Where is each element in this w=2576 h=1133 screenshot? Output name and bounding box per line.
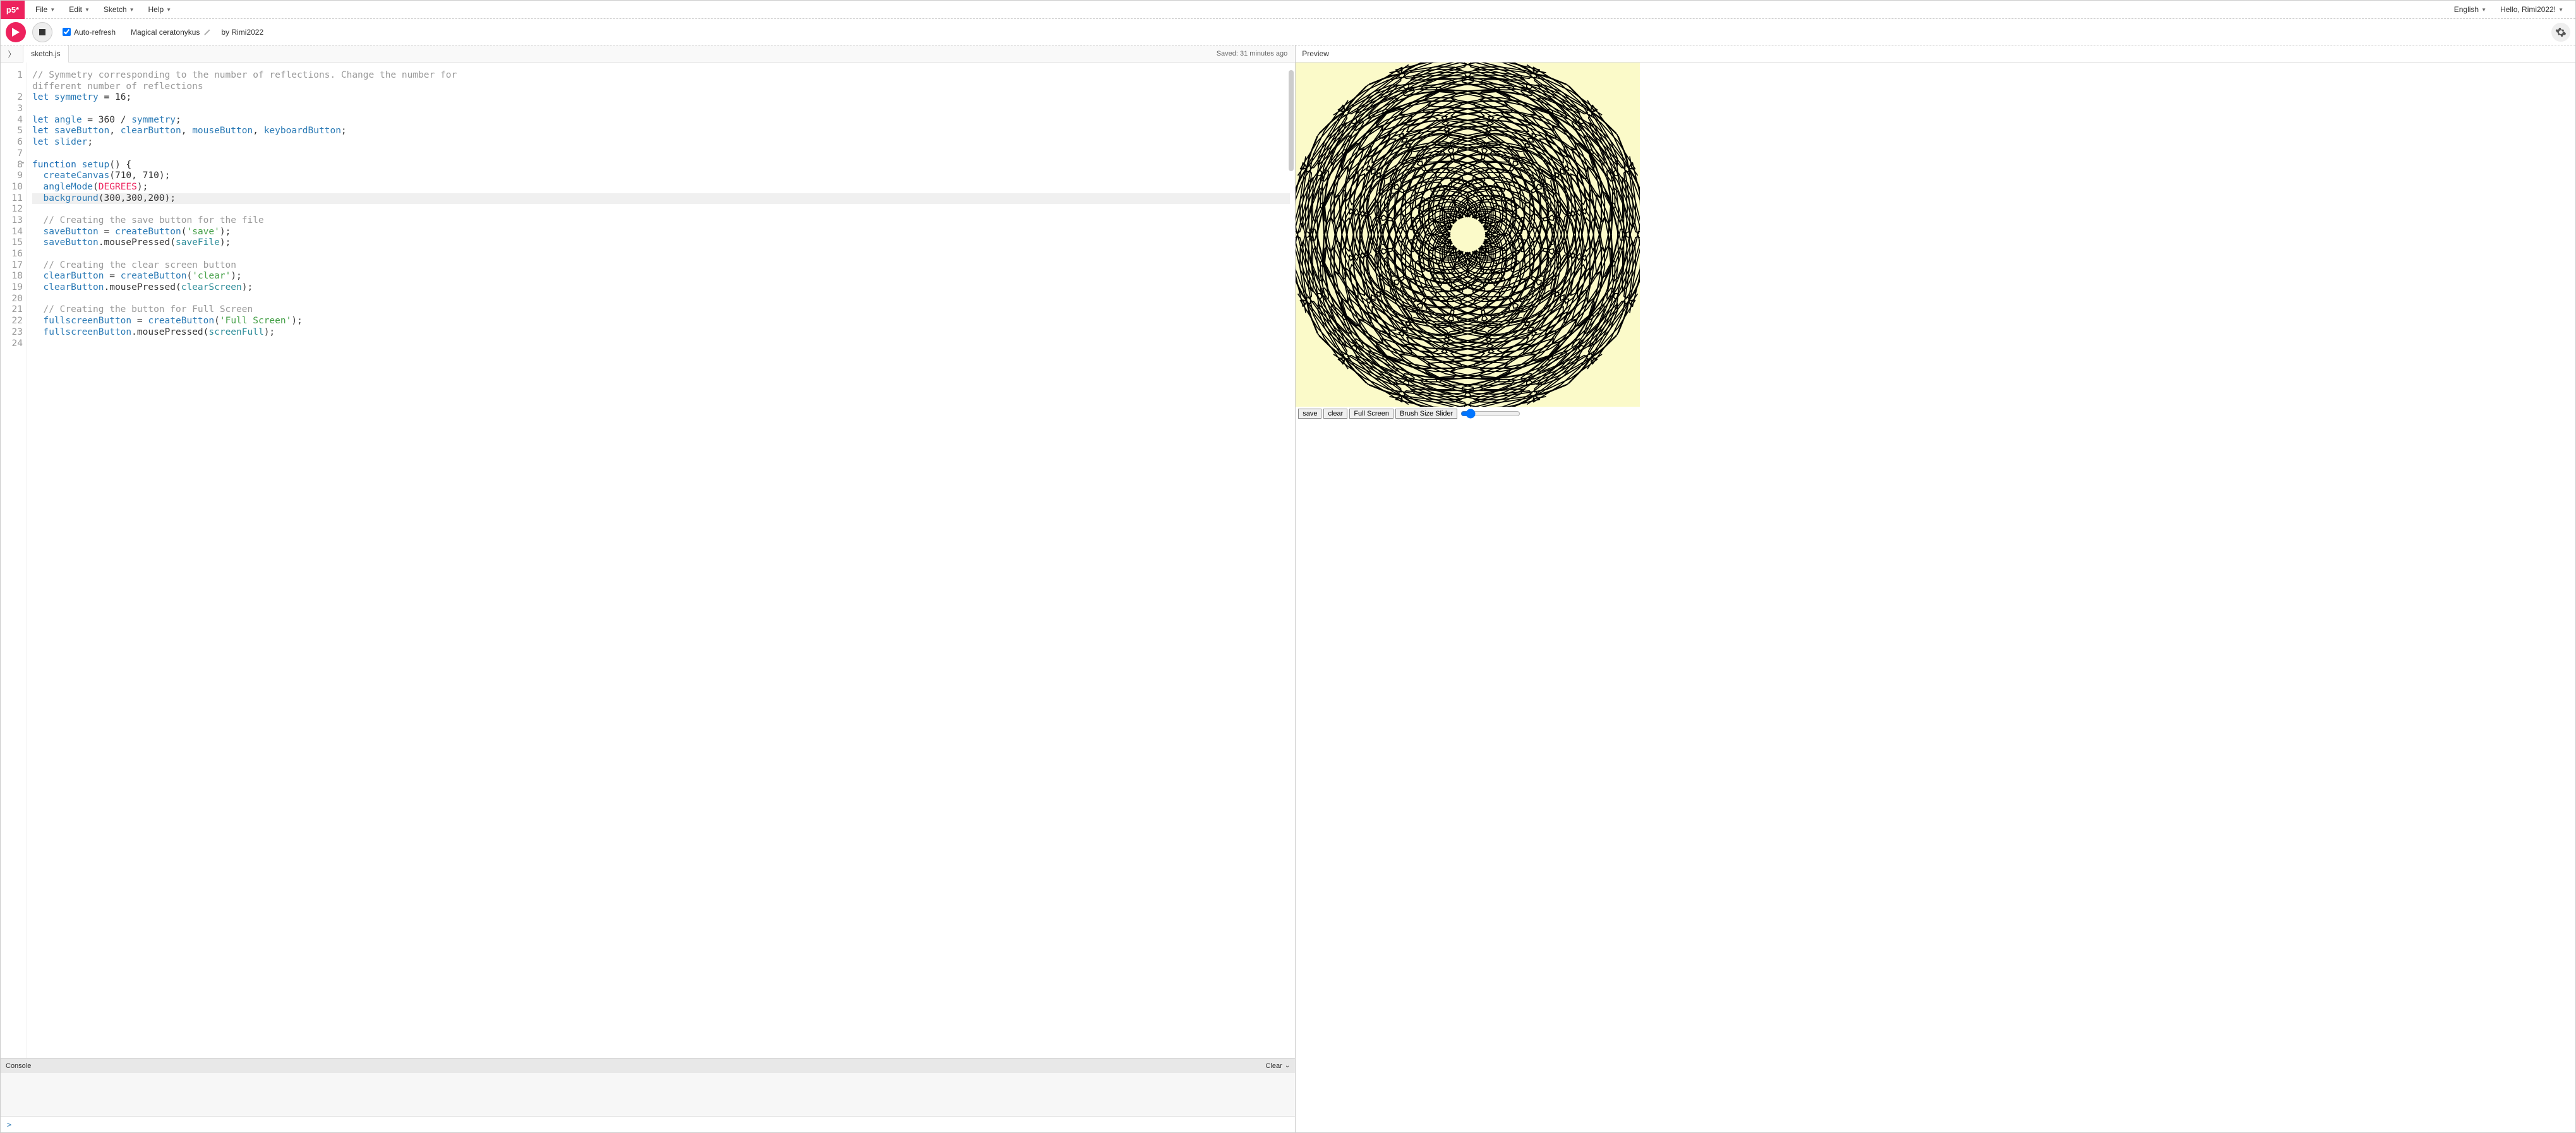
- sketch-clear-button[interactable]: clear: [1323, 409, 1347, 419]
- p5-logo[interactable]: p5*: [1, 1, 25, 19]
- menu-help[interactable]: Help▼: [141, 1, 178, 19]
- menu-sketch[interactable]: Sketch▼: [97, 1, 141, 19]
- kaleidoscope-drawing: [1296, 63, 1640, 407]
- sketch-name[interactable]: Magical ceratonykus: [131, 28, 200, 37]
- sketch-brush-slider-label[interactable]: Brush Size Slider: [1395, 409, 1457, 419]
- autorefresh-label: Auto-refresh: [74, 28, 116, 37]
- brush-size-slider[interactable]: [1460, 409, 1520, 419]
- expand-sidebar-button[interactable]: 〉: [1, 45, 23, 63]
- preview-controls: save clear Full Screen Brush Size Slider: [1296, 407, 1523, 421]
- code-area[interactable]: // Symmetry corresponding to the number …: [27, 63, 1295, 1058]
- menu-edit[interactable]: Edit▼: [62, 1, 97, 19]
- caret-down-icon: ▼: [2481, 7, 2486, 13]
- chevron-down-icon: ⌄: [1285, 1062, 1290, 1069]
- autorefresh-checkbox[interactable]: [63, 28, 71, 36]
- sketch-canvas[interactable]: [1296, 63, 1640, 407]
- preview-label: Preview: [1302, 49, 1329, 58]
- autorefresh-toggle[interactable]: Auto-refresh: [63, 28, 116, 37]
- file-tab-sketch[interactable]: sketch.js: [23, 45, 69, 63]
- preview-body: save clear Full Screen Brush Size Slider: [1296, 63, 2575, 1132]
- saved-status: Saved: 31 minutes ago: [1217, 50, 1296, 57]
- play-icon: [12, 28, 20, 37]
- caret-down-icon: ▼: [2558, 7, 2563, 13]
- gear-icon: [2555, 27, 2567, 38]
- menubar: p5* File▼ Edit▼ Sketch▼ Help▼ English▼ H…: [1, 1, 2575, 19]
- caret-down-icon: ▼: [129, 7, 135, 13]
- console-body: [1, 1073, 1295, 1116]
- sketch-fullscreen-button[interactable]: Full Screen: [1349, 409, 1393, 419]
- sketch-save-button[interactable]: save: [1298, 409, 1321, 419]
- menu-file[interactable]: File▼: [28, 1, 62, 19]
- console-clear-button[interactable]: Clear ⌄: [1266, 1062, 1291, 1070]
- console-input[interactable]: >: [1, 1116, 1295, 1132]
- chevron-right-icon: 〉: [8, 49, 15, 59]
- caret-down-icon: ▼: [50, 7, 55, 13]
- sketch-author: by Rimi2022: [221, 28, 263, 37]
- code-editor[interactable]: 123456789101112131415161718192021222324 …: [1, 63, 1295, 1058]
- pencil-icon[interactable]: [203, 28, 211, 36]
- menu-language[interactable]: English▼: [2447, 1, 2493, 19]
- toolbar: Auto-refresh Magical ceratonykus by Rimi…: [1, 19, 2575, 45]
- stop-icon: [39, 29, 45, 35]
- play-button[interactable]: [6, 22, 26, 42]
- menu-user[interactable]: Hello, Rimi2022!▼: [2493, 1, 2570, 19]
- file-tabbar: 〉 sketch.js Saved: 31 minutes ago: [1, 45, 1295, 63]
- scrollbar[interactable]: [1289, 70, 1294, 171]
- preview-header: Preview: [1296, 45, 2575, 63]
- console-prompt: >: [7, 1120, 11, 1129]
- preview-pane: Preview save clear Full Screen Brush Siz…: [1296, 45, 2575, 1132]
- editor-pane: 〉 sketch.js Saved: 31 minutes ago 123456…: [1, 45, 1296, 1132]
- caret-down-icon: ▼: [166, 7, 171, 13]
- settings-button[interactable]: [2551, 23, 2570, 42]
- console-header[interactable]: Console Clear ⌄: [1, 1058, 1295, 1073]
- console-label: Console: [6, 1062, 31, 1070]
- line-gutter: 123456789101112131415161718192021222324: [1, 63, 27, 1058]
- caret-down-icon: ▼: [85, 7, 90, 13]
- stop-button[interactable]: [32, 22, 52, 42]
